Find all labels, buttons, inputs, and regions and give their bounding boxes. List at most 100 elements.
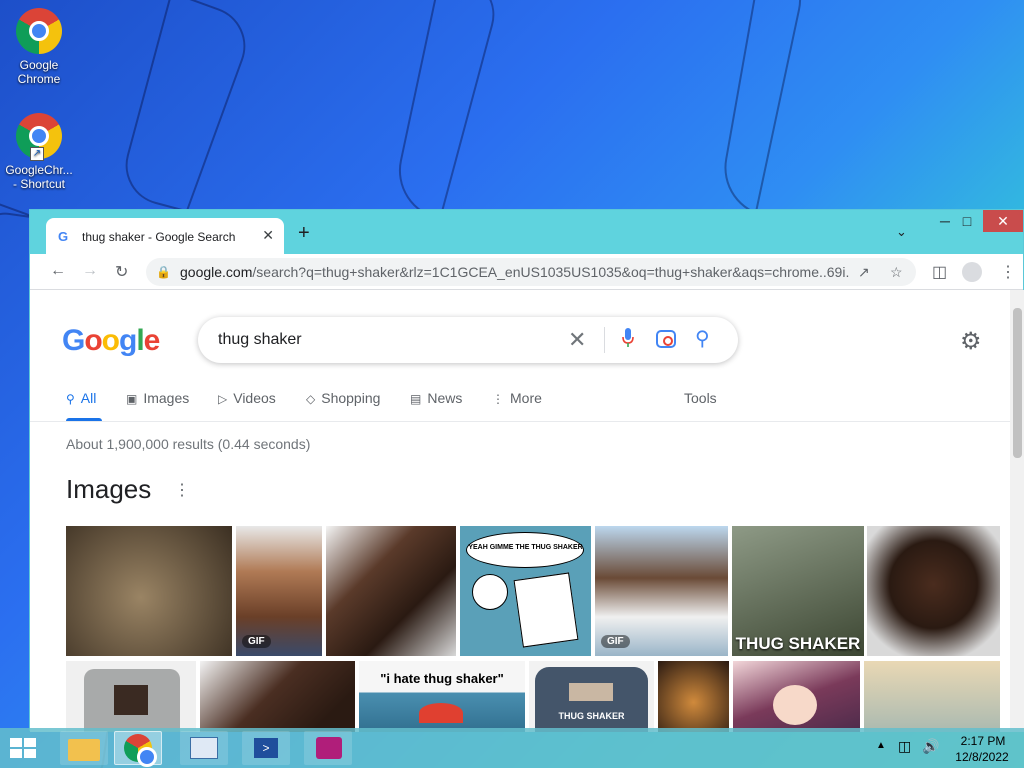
page-scrollbar[interactable] bbox=[1010, 290, 1024, 732]
tab-title: thug shaker - Google Search bbox=[82, 230, 236, 244]
image-result[interactable]: THUG SHAKER bbox=[529, 661, 654, 732]
desktop-icon-label: - Shortcut bbox=[12, 177, 66, 191]
google-favicon-icon: G bbox=[58, 229, 69, 244]
network-icon[interactable]: ◫ bbox=[898, 738, 911, 755]
file-explorer-icon[interactable] bbox=[60, 731, 108, 765]
shortcut-arrow-icon: ↗ bbox=[30, 147, 44, 161]
microphone-icon[interactable] bbox=[622, 328, 634, 348]
show-hidden-icons-icon[interactable]: ▲ bbox=[876, 740, 886, 751]
search-divider bbox=[604, 327, 605, 353]
share-icon[interactable]: ↗ bbox=[858, 258, 870, 286]
search-input[interactable]: thug shaker bbox=[218, 331, 302, 349]
url-path: /search?q=thug+shaker&rlz=1C1GCEA_enUS10… bbox=[252, 264, 850, 280]
page-content: Google thug shaker ✕ ⚲ ⚙ ⚲ All ▣ Images ▷ V… bbox=[30, 290, 1010, 732]
desktop-icon-label: Google bbox=[19, 58, 59, 72]
url-host: google.com bbox=[180, 264, 253, 280]
chrome-window: G thug shaker - Google Search ✕ + ⌄ ─ □ … bbox=[29, 209, 1024, 732]
logo-letter: o bbox=[101, 324, 120, 357]
play-icon: ▷ bbox=[218, 392, 228, 406]
tab-label: More bbox=[510, 390, 542, 406]
desktop-icon-label: GoogleChr... bbox=[5, 163, 73, 177]
tab-label: Shopping bbox=[321, 390, 381, 406]
image-result[interactable] bbox=[864, 661, 1000, 732]
result-stats: About 1,900,000 results (0.44 seconds) bbox=[66, 436, 311, 452]
new-tab-button[interactable]: + bbox=[298, 222, 310, 245]
shirt-print-text: THUG SHAKER bbox=[558, 711, 625, 721]
side-panel-icon[interactable]: ◫ bbox=[932, 262, 947, 282]
tag-icon: ◇ bbox=[306, 392, 316, 406]
chrome-icon bbox=[16, 8, 62, 54]
chrome-menu-icon[interactable]: ⋮ bbox=[1000, 262, 1016, 282]
tab-news[interactable]: ▤ News bbox=[410, 390, 462, 406]
lock-icon: 🔒 bbox=[156, 265, 171, 279]
image-result[interactable]: GIF bbox=[236, 526, 322, 656]
tab-label: All bbox=[80, 390, 97, 406]
image-result[interactable] bbox=[658, 661, 729, 732]
image-result[interactable]: "i hate thug shaker" bbox=[359, 661, 525, 732]
back-arrow-icon[interactable]: ← bbox=[50, 262, 66, 280]
tab-close-icon[interactable]: ✕ bbox=[262, 227, 274, 244]
image-result[interactable] bbox=[326, 526, 456, 656]
scrollbar-thumb[interactable] bbox=[1013, 308, 1022, 458]
profile-avatar-icon[interactable] bbox=[962, 262, 982, 282]
tab-shopping[interactable]: ◇ Shopping bbox=[306, 390, 380, 406]
news-icon: ▤ bbox=[410, 392, 422, 406]
gif-badge: GIF bbox=[601, 635, 630, 648]
tab-label: News bbox=[427, 390, 463, 406]
google-logo[interactable]: Google bbox=[62, 324, 161, 358]
maximize-button[interactable]: □ bbox=[947, 210, 987, 232]
tab-more[interactable]: ⋮ More bbox=[492, 390, 542, 406]
image-caption: THUG SHAKER bbox=[735, 634, 861, 653]
tab-images[interactable]: ▣ Images bbox=[126, 390, 189, 406]
tabs-divider bbox=[30, 421, 1010, 422]
more-options-icon[interactable]: ⋮ bbox=[174, 480, 190, 500]
image-caption: "i hate thug shaker" bbox=[380, 671, 504, 686]
search-box[interactable]: thug shaker ✕ ⚲ bbox=[198, 317, 738, 363]
image-result[interactable]: THUG SHAKER bbox=[732, 526, 864, 656]
images-section-heading: Images bbox=[66, 474, 152, 504]
settings-gear-icon[interactable]: ⚙ bbox=[960, 327, 982, 356]
tab-videos[interactable]: ▷ Videos bbox=[218, 390, 276, 406]
google-lens-icon[interactable] bbox=[656, 330, 676, 348]
image-result[interactable] bbox=[733, 661, 860, 732]
desktop-icon-google-chrome[interactable]: Google Chrome bbox=[4, 8, 74, 86]
browser-toolbar: ← → ↻ 🔒 google.com/search?q=thug+shaker&… bbox=[30, 254, 1023, 290]
image-result[interactable] bbox=[200, 661, 355, 732]
more-vert-icon: ⋮ bbox=[492, 392, 504, 406]
image-result[interactable] bbox=[66, 661, 196, 732]
image-result[interactable]: GIF bbox=[595, 526, 728, 656]
image-result[interactable] bbox=[66, 526, 232, 656]
address-bar[interactable]: 🔒 google.com/search?q=thug+shaker&rlz=1C… bbox=[146, 258, 916, 286]
search-icon: ⚲ bbox=[66, 392, 75, 406]
logo-letter: l bbox=[136, 324, 144, 357]
image-icon: ▣ bbox=[126, 392, 138, 406]
logo-letter: o bbox=[84, 324, 102, 357]
title-bar[interactable]: G thug shaker - Google Search ✕ + ⌄ ─ □ … bbox=[30, 210, 1023, 254]
tab-search-chevron-icon[interactable]: ⌄ bbox=[896, 224, 907, 240]
control-panel-icon[interactable] bbox=[180, 731, 228, 765]
image-result[interactable] bbox=[867, 526, 1000, 656]
reload-icon[interactable]: ↻ bbox=[115, 262, 128, 282]
desktop-icon-chrome-shortcut[interactable]: ↗ GoogleChr... - Shortcut bbox=[4, 113, 74, 191]
tab-label: Videos bbox=[233, 390, 276, 406]
tab-google-search[interactable]: G thug shaker - Google Search ✕ bbox=[46, 218, 284, 254]
clear-search-icon[interactable]: ✕ bbox=[568, 327, 586, 353]
taskbar-chrome-icon[interactable] bbox=[114, 731, 162, 767]
comic-speech-text: YEAH GIMME THE THUG SHAKER bbox=[468, 544, 583, 551]
taskbar: > ▲ ◫ 🔊 2:17 PM 12/8/2022 bbox=[0, 728, 1024, 768]
forward-arrow-icon[interactable]: → bbox=[82, 262, 98, 280]
powershell-icon[interactable]: > bbox=[242, 731, 290, 765]
search-icon[interactable]: ⚲ bbox=[695, 326, 710, 351]
bookmark-star-icon[interactable]: ☆ bbox=[890, 258, 903, 286]
tab-all[interactable]: ⚲ All bbox=[66, 390, 96, 406]
volume-icon[interactable]: 🔊 bbox=[922, 738, 939, 755]
snipping-tool-icon[interactable] bbox=[304, 731, 352, 765]
logo-letter: G bbox=[62, 324, 85, 357]
clock-date[interactable]: 12/8/2022 bbox=[954, 750, 1010, 764]
logo-letter: e bbox=[143, 324, 161, 357]
clock-time[interactable]: 2:17 PM bbox=[958, 734, 1008, 748]
start-windows-icon[interactable] bbox=[10, 738, 38, 760]
tools-button[interactable]: Tools bbox=[684, 390, 717, 406]
image-result[interactable]: YEAH GIMME THE THUG SHAKER bbox=[460, 526, 591, 656]
close-window-button[interactable]: ✕ bbox=[983, 210, 1023, 232]
